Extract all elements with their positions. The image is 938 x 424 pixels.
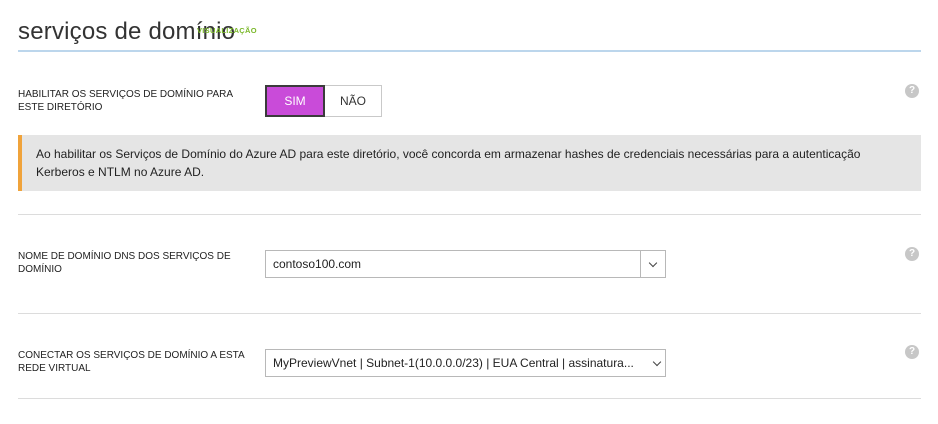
toggle-option-sim[interactable]: SIM: [265, 85, 325, 117]
help-icon[interactable]: ?: [905, 345, 919, 359]
divider: [18, 313, 921, 314]
vnet-select[interactable]: MyPreviewVnet | Subnet-1(10.0.0.0/23) | …: [265, 349, 666, 377]
enable-services-label: HABILITAR OS SERVIÇOS DE DOMÍNIO PARA ES…: [18, 89, 233, 113]
chevron-down-icon[interactable]: [649, 350, 665, 376]
notice-banner: Ao habilitar os Serviços de Domínio do A…: [18, 135, 921, 191]
help-icon[interactable]: ?: [905, 247, 919, 261]
vnet-value: MyPreviewVnet | Subnet-1(10.0.0.0/23) | …: [273, 356, 634, 370]
dns-name-select[interactable]: contoso100.com: [265, 250, 666, 278]
dns-name-label: NOME DE DOMÍNIO DNS DOS SERVIÇOS DE DOMÍ…: [18, 251, 231, 275]
divider: [18, 214, 921, 215]
vnet-label: CONECTAR OS SERVIÇOS DE DOMÍNIO A ESTA R…: [18, 350, 245, 374]
toggle-option-nao[interactable]: NÃO: [325, 86, 381, 116]
preview-badge: VISUALIZAÇÃO: [197, 26, 257, 35]
divider: [18, 398, 921, 399]
page-header: serviços de domínio VISUALIZAÇÃO: [18, 14, 921, 52]
help-icon[interactable]: ?: [905, 84, 919, 98]
notice-text: Ao habilitar os Serviços de Domínio do A…: [36, 147, 861, 179]
dns-name-value: contoso100.com: [273, 257, 362, 271]
enable-services-toggle[interactable]: SIM NÃO: [265, 85, 382, 117]
chevron-down-icon[interactable]: [640, 251, 665, 277]
